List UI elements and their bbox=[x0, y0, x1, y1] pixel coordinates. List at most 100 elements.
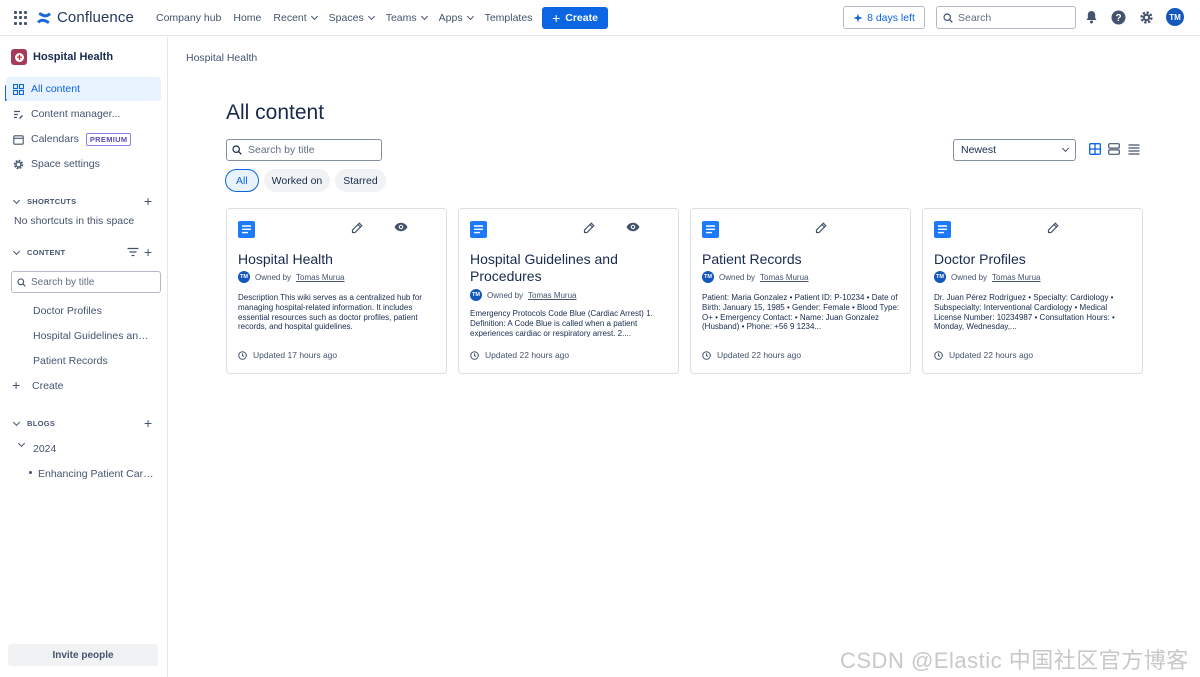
watch-eye-icon[interactable] bbox=[394, 222, 408, 235]
owner-prefix: Owned by bbox=[719, 272, 756, 282]
sort-icon[interactable] bbox=[127, 247, 139, 260]
sidebar-item-calendars[interactable]: Calendars PREMIUM bbox=[6, 127, 161, 151]
sidebar-item-space-settings[interactable]: Space settings bbox=[6, 152, 161, 176]
create-content-link[interactable]: Create bbox=[32, 380, 64, 392]
card-title[interactable]: Doctor Profiles bbox=[934, 251, 1124, 268]
sidebar-item-label: Space settings bbox=[31, 158, 100, 170]
upgrade-icon bbox=[853, 13, 863, 22]
confluence-logo[interactable]: Confluence bbox=[36, 9, 134, 26]
content-card[interactable]: Hospital Health TM Owned by Tomas Murua Desc… bbox=[226, 208, 447, 374]
space-name: Hospital Health bbox=[33, 51, 114, 63]
filter-worked-on[interactable]: Worked on bbox=[263, 169, 331, 192]
card-owner: TM Owned by Tomas Murua bbox=[702, 271, 809, 283]
add-content-icon[interactable]: + bbox=[144, 245, 152, 259]
notifications-icon[interactable] bbox=[1083, 9, 1099, 25]
chevron-down-icon[interactable] bbox=[17, 439, 26, 448]
edit-pencil-icon[interactable] bbox=[815, 222, 827, 237]
page-icon bbox=[934, 221, 951, 241]
trial-days-label: 8 days left bbox=[867, 11, 915, 24]
owner-prefix: Owned by bbox=[951, 272, 988, 282]
owner-link[interactable]: Tomas Murua bbox=[992, 273, 1040, 282]
gear-icon bbox=[13, 159, 24, 169]
content-card[interactable]: Hospital Guidelines and Procedures TM Owne… bbox=[458, 208, 679, 374]
nav-spaces[interactable]: Spaces bbox=[323, 0, 380, 36]
invite-people-button[interactable]: Invite people bbox=[8, 644, 158, 666]
card-title[interactable]: Hospital Health bbox=[238, 251, 428, 268]
top-navigation-bar: Confluence Company hub Home Recent Spaces Te… bbox=[0, 0, 1200, 36]
premium-badge: PREMIUM bbox=[85, 132, 132, 146]
search-icon bbox=[232, 145, 242, 155]
sidebar-item-content-manager[interactable]: Content manager... bbox=[6, 102, 161, 126]
title-search-input[interactable]: Search by title bbox=[226, 139, 382, 161]
nav-recent[interactable]: Recent bbox=[267, 0, 322, 36]
blogs-heading: BLOGS bbox=[27, 419, 56, 428]
sidebar-item-label: All content bbox=[31, 83, 81, 95]
edit-pencil-icon[interactable] bbox=[583, 222, 595, 237]
edit-pencil-icon[interactable] bbox=[351, 222, 363, 237]
filter-starred[interactable]: Starred bbox=[335, 169, 386, 192]
add-blog-icon[interactable]: + bbox=[144, 416, 152, 430]
owner-prefix: Owned by bbox=[487, 290, 524, 300]
search-icon bbox=[17, 277, 26, 287]
breadcrumb[interactable]: Hospital Health bbox=[186, 52, 257, 64]
blog-post-item[interactable]: Enhancing Patient Care Through Technolog… bbox=[38, 468, 154, 480]
nav-label: Teams bbox=[385, 12, 417, 24]
updated-text: Updated 17 hours ago bbox=[253, 350, 338, 360]
nav-label: Apps bbox=[438, 12, 463, 24]
content-search-input[interactable]: Search by title bbox=[11, 271, 161, 293]
user-avatar[interactable]: TM bbox=[1166, 8, 1184, 26]
page-title: All content bbox=[226, 101, 325, 124]
no-shortcuts-text: No shortcuts in this space bbox=[14, 215, 135, 227]
sort-select[interactable]: Newest bbox=[953, 139, 1076, 161]
clock-icon bbox=[238, 350, 247, 360]
grid-view-icon[interactable] bbox=[1088, 142, 1102, 156]
nav-templates[interactable]: Templates bbox=[479, 0, 539, 36]
chevron-down-icon bbox=[420, 12, 428, 21]
owner-link[interactable]: Tomas Murua bbox=[296, 273, 344, 282]
create-button[interactable]: + Create bbox=[542, 7, 608, 29]
nav-label: Spaces bbox=[328, 12, 364, 24]
blog-year[interactable]: 2024 bbox=[33, 443, 56, 455]
watermark-text: CSDN @Elastic 中国社区官方博客 bbox=[840, 648, 1189, 673]
clock-icon bbox=[702, 350, 711, 360]
filter-all[interactable]: All bbox=[225, 169, 259, 192]
tree-item-hospital-guidelines[interactable]: Hospital Guidelines and Procedures bbox=[33, 330, 153, 342]
nav-teams[interactable]: Teams bbox=[380, 0, 433, 36]
help-icon[interactable]: ? bbox=[1110, 9, 1126, 25]
list-view-icon[interactable] bbox=[1127, 142, 1141, 156]
chevron-down-icon bbox=[12, 247, 21, 255]
owner-avatar: TM bbox=[702, 271, 714, 283]
content-card[interactable]: Patient Records TM Owned by Tomas Murua Pati… bbox=[690, 208, 911, 374]
updated-text: Updated 22 hours ago bbox=[717, 350, 802, 360]
owner-prefix: Owned by bbox=[255, 272, 292, 282]
nav-company-hub[interactable]: Company hub bbox=[150, 0, 227, 36]
content-card[interactable]: Doctor Profiles TM Owned by Tomas Murua Dr. … bbox=[922, 208, 1143, 374]
add-shortcut-icon[interactable]: + bbox=[144, 194, 152, 208]
chevron-down-icon bbox=[367, 12, 375, 21]
nav-home[interactable]: Home bbox=[227, 0, 267, 36]
shortcuts-section-header[interactable]: SHORTCUTS bbox=[11, 196, 159, 206]
tree-item-doctor-profiles[interactable]: Doctor Profiles bbox=[33, 305, 153, 317]
owner-link[interactable]: Tomas Murua bbox=[528, 291, 576, 300]
sidebar-item-all-content[interactable]: All content bbox=[6, 77, 161, 101]
compact-list-view-icon[interactable] bbox=[1107, 142, 1121, 156]
page-icon bbox=[702, 221, 719, 241]
card-title[interactable]: Patient Records bbox=[702, 251, 892, 268]
chevron-down-icon bbox=[310, 12, 318, 21]
bullet-icon bbox=[29, 471, 32, 474]
edit-pencil-icon[interactable] bbox=[1047, 222, 1059, 237]
nav-label: Home bbox=[233, 12, 262, 24]
watch-eye-icon[interactable] bbox=[626, 222, 640, 235]
card-owner: TM Owned by Tomas Murua bbox=[934, 271, 1041, 283]
trial-days-button[interactable]: 8 days left bbox=[843, 6, 925, 29]
global-search-input[interactable]: Search bbox=[936, 6, 1076, 29]
nav-apps[interactable]: Apps bbox=[433, 0, 479, 36]
card-title[interactable]: Hospital Guidelines and Procedures bbox=[470, 251, 660, 285]
space-header[interactable]: Hospital Health bbox=[11, 49, 113, 65]
chevron-down-icon bbox=[12, 196, 21, 204]
tree-item-patient-records[interactable]: Patient Records bbox=[33, 355, 153, 367]
settings-gear-icon[interactable] bbox=[1138, 9, 1154, 25]
app-switcher-icon[interactable] bbox=[14, 11, 28, 25]
blogs-section-header[interactable]: BLOGS bbox=[11, 418, 159, 428]
owner-link[interactable]: Tomas Murua bbox=[760, 273, 808, 282]
